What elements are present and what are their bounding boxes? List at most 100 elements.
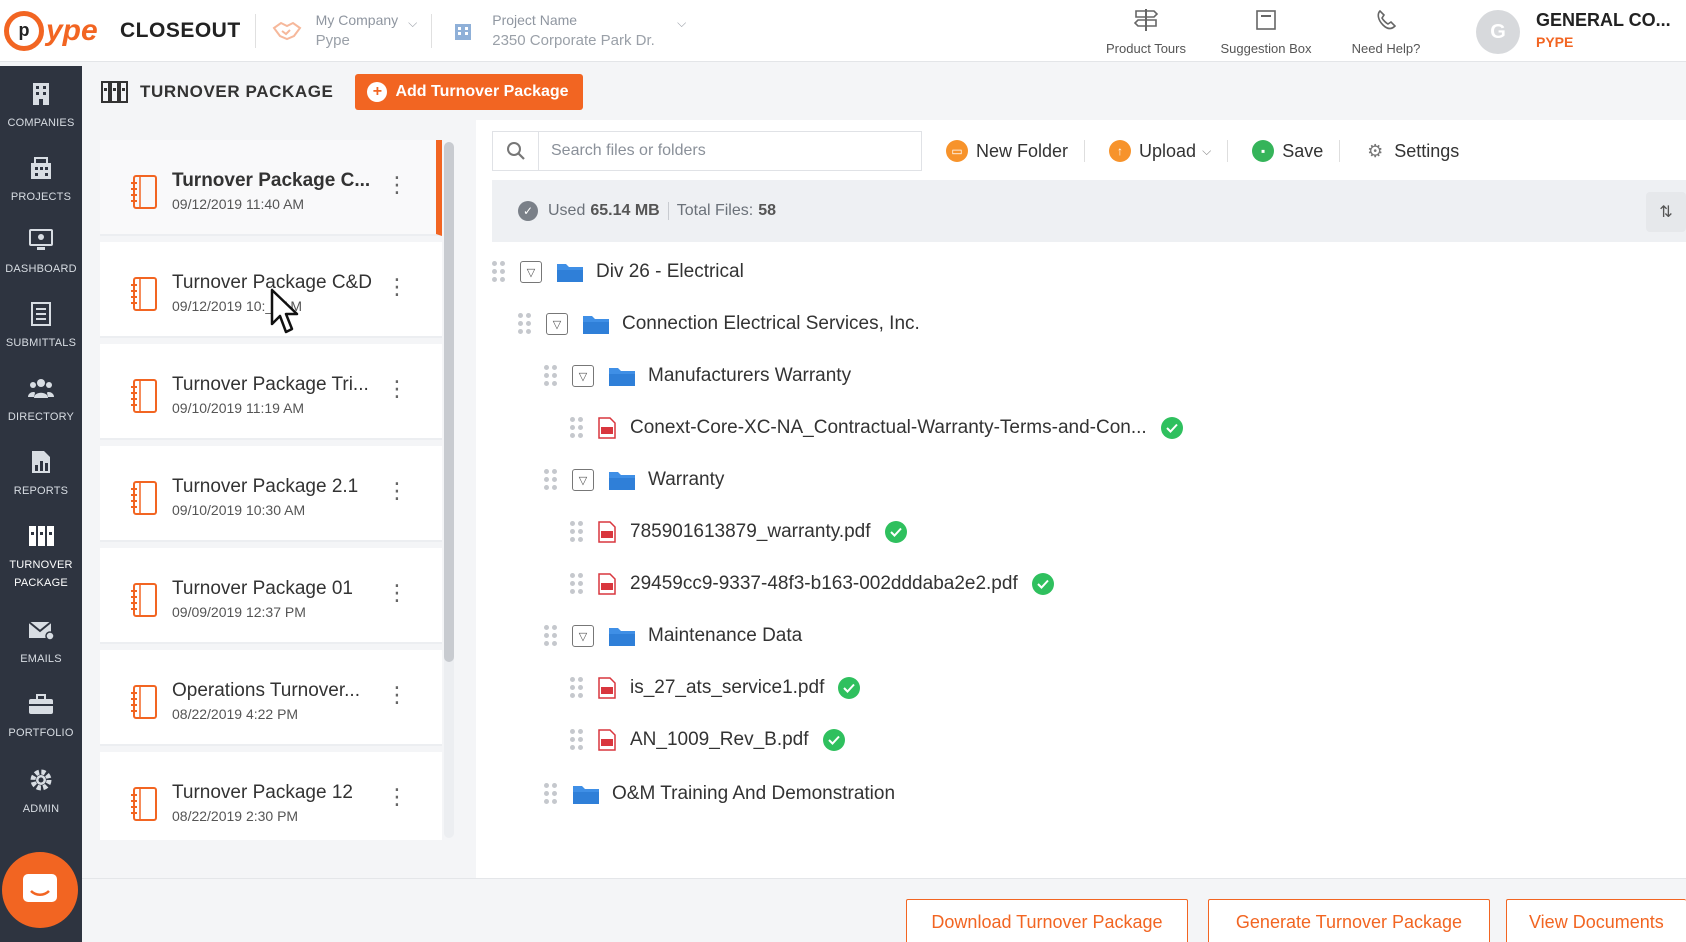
file-row[interactable]: AN_1009_Rev_B.pdf [570, 720, 845, 760]
search-input[interactable] [539, 142, 909, 160]
user-menu[interactable]: G GENERAL CO... PYPE [1476, 8, 1686, 54]
folder-row[interactable]: ▽ Connection Electrical Services, Inc. [518, 304, 920, 344]
kebab-menu-icon[interactable]: ⋮ [386, 174, 408, 196]
suggestion-box-icon [1250, 7, 1282, 33]
generate-turnover-package-button[interactable]: Generate Turnover Package [1208, 899, 1490, 942]
package-date: 09/09/2019 12:37 PM [172, 604, 306, 620]
kebab-menu-icon[interactable]: ⋮ [386, 378, 408, 400]
pype-logo[interactable]: p ype [0, 10, 100, 51]
company-value: Pype [315, 32, 350, 49]
collapse-toggle[interactable]: ▽ [572, 625, 594, 647]
used-label: Used [548, 202, 586, 219]
notebook-icon [131, 175, 157, 209]
notebook-icon [131, 481, 157, 515]
file-row[interactable]: is_27_ats_service1.pdf [570, 668, 861, 708]
report-chart-icon [26, 448, 56, 476]
suggestion-box-button[interactable]: Suggestion Box [1206, 7, 1326, 56]
package-list-scrollbar[interactable] [444, 142, 454, 838]
nav-emails[interactable]: EMAILS [0, 616, 82, 668]
tree-item-label: O&M Training And Demonstration [612, 783, 896, 804]
drag-handle-icon[interactable] [570, 573, 583, 595]
collapse-toggle[interactable]: ▽ [520, 261, 542, 283]
upload-button[interactable]: ↑ Upload ⌵ [1101, 140, 1219, 162]
scrollbar-thumb[interactable] [444, 142, 454, 662]
drag-handle-icon[interactable] [570, 521, 583, 543]
logo-text: ype [46, 13, 98, 47]
folder-row[interactable]: ▽ Manufacturers Warranty [544, 356, 851, 396]
drag-handle-icon[interactable] [570, 417, 583, 439]
suggestion-box-label: Suggestion Box [1220, 40, 1312, 56]
nav-directory[interactable]: DIRECTORY [0, 374, 82, 426]
project-selector[interactable]: Project Name 2350 Corporate Park Dr. ⌵ [446, 12, 686, 49]
package-card[interactable]: Turnover Package 01 09/09/2019 12:37 PM ⋮ [100, 548, 442, 644]
collapse-toggle[interactable]: ▽ [546, 313, 568, 335]
drag-handle-icon[interactable] [492, 261, 505, 283]
save-button[interactable]: ▪ Save [1244, 140, 1331, 162]
check-circle-icon: ✓ [518, 201, 538, 221]
drag-handle-icon[interactable] [544, 469, 557, 491]
nav-submittals[interactable]: SUBMITTALS [0, 300, 82, 352]
file-panel: ▭ New Folder ↑ Upload ⌵ ▪ Save ⚙ Setting… [476, 120, 1686, 880]
package-card[interactable]: Operations Turnover... 08/22/2019 4:22 PM… [100, 650, 442, 746]
settings-button[interactable]: ⚙ Settings [1356, 140, 1467, 162]
package-card[interactable]: Turnover Package Tri... 09/10/2019 11:19 … [100, 344, 442, 440]
chat-button[interactable] [2, 852, 78, 928]
package-card[interactable]: Turnover Package 2.1 09/10/2019 10:30 AM ⋮ [100, 446, 442, 542]
nav-reports[interactable]: REPORTS [0, 448, 82, 500]
nav-projects[interactable]: PROJECTS [0, 154, 82, 206]
nav-admin[interactable]: ADMIN [0, 766, 82, 818]
package-card[interactable]: Turnover Package C&D 09/12/2019 10:__AM ⋮ [100, 242, 442, 338]
product-tours-button[interactable]: Product Tours [1086, 7, 1206, 56]
email-icon [26, 616, 56, 644]
file-row[interactable]: 29459cc9-9337-48f3-b163-002dddaba2e2.pdf [570, 564, 1054, 604]
drag-handle-icon[interactable] [570, 677, 583, 699]
drag-handle-icon[interactable] [518, 313, 531, 335]
sort-button[interactable]: ⇅ [1646, 192, 1686, 232]
drag-handle-icon[interactable] [544, 783, 557, 805]
collapse-toggle[interactable]: ▽ [572, 365, 594, 387]
user-name: GENERAL CO... [1536, 10, 1671, 30]
nav-dashboard[interactable]: DASHBOARD [0, 226, 82, 278]
folder-row[interactable]: ▽ Maintenance Data [544, 616, 802, 656]
nav-companies[interactable]: COMPANIES [0, 80, 82, 132]
package-date: 09/12/2019 10:__AM [172, 298, 302, 314]
collapse-toggle[interactable]: ▽ [572, 469, 594, 491]
download-turnover-package-button[interactable]: Download Turnover Package [906, 899, 1188, 942]
download-label: Download Turnover Package [931, 911, 1163, 932]
kebab-menu-icon[interactable]: ⋮ [386, 684, 408, 706]
folder-row[interactable]: ▽ Warranty [544, 460, 724, 500]
drag-handle-icon[interactable] [544, 365, 557, 387]
page-header: TURNOVER PACKAGE + Add Turnover Package [100, 74, 583, 110]
drag-handle-icon[interactable] [544, 625, 557, 647]
chevron-down-icon: ⌵ [408, 16, 418, 30]
need-help-button[interactable]: Need Help? [1326, 7, 1446, 56]
kebab-menu-icon[interactable]: ⋮ [386, 480, 408, 502]
nav-turnover-package[interactable]: TURNOVER PACKAGE [0, 522, 82, 592]
building-icon [26, 80, 56, 108]
drag-handle-icon[interactable] [570, 729, 583, 751]
folder-row[interactable]: O&M Training And Demonstration [544, 774, 895, 814]
nav-label: SUBMITTALS [5, 337, 77, 349]
search-box[interactable] [492, 131, 922, 171]
kebab-menu-icon[interactable]: ⋮ [386, 582, 408, 604]
tree-item-label: is_27_ats_service1.pdf [630, 677, 825, 698]
kebab-menu-icon[interactable]: ⋮ [386, 786, 408, 808]
kebab-menu-icon[interactable]: ⋮ [386, 276, 408, 298]
package-card[interactable]: Turnover Package 12 08/22/2019 2:30 PM ⋮ [100, 752, 442, 840]
file-row[interactable]: 785901613879_warranty.pdf [570, 512, 907, 552]
view-documents-button[interactable]: View Documents [1506, 899, 1686, 942]
add-turnover-package-button[interactable]: + Add Turnover Package [355, 74, 583, 110]
tree-item-label: AN_1009_Rev_B.pdf [630, 729, 809, 750]
product-tours-label: Product Tours [1106, 40, 1186, 56]
new-folder-button[interactable]: ▭ New Folder [938, 140, 1076, 162]
folder-icon [609, 368, 635, 386]
package-card[interactable]: Turnover Package C... 09/12/2019 11:40 AM… [100, 140, 442, 236]
notebook-icon [131, 379, 157, 413]
notebook-icon [131, 685, 157, 719]
briefcase-icon [26, 690, 56, 718]
nav-portfolio[interactable]: PORTFOLIO [0, 690, 82, 742]
need-help-label: Need Help? [1351, 40, 1421, 56]
company-selector[interactable]: My Company Pype ⌵ [270, 12, 418, 49]
folder-row[interactable]: ▽ Div 26 - Electrical [492, 252, 744, 292]
file-row[interactable]: Conext-Core-XC-NA_Contractual-Warranty-T… [570, 408, 1183, 448]
